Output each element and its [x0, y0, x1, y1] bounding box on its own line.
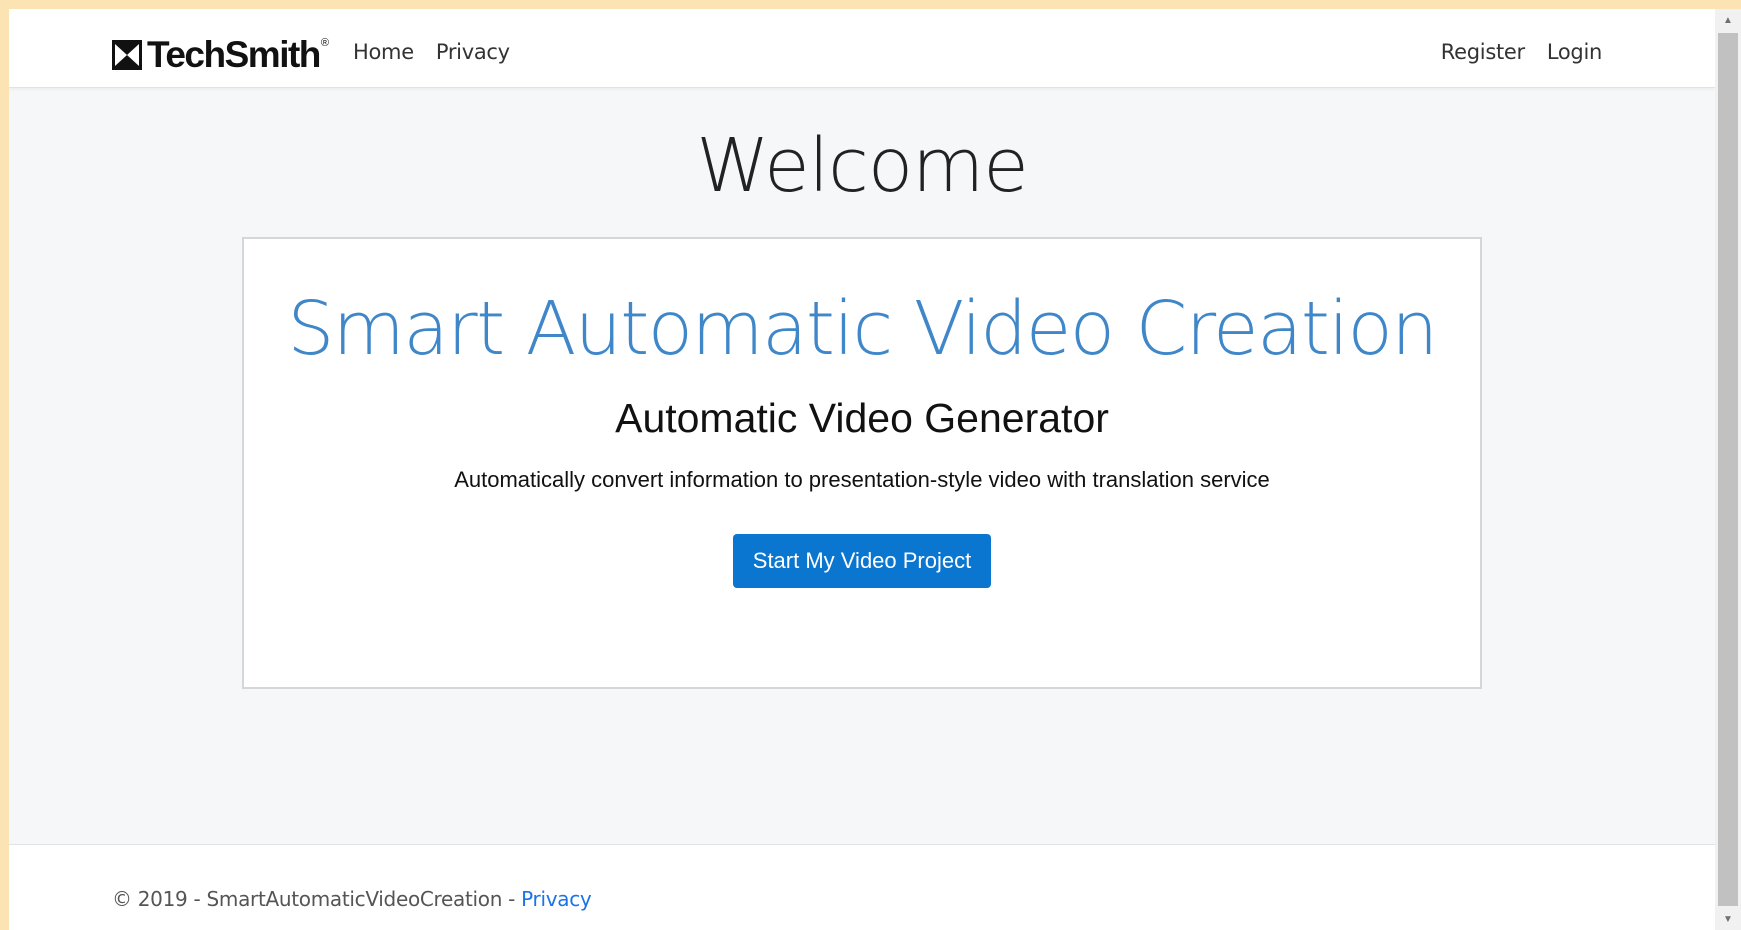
primary-nav: Home Privacy [353, 40, 510, 64]
browser-viewport: TechSmith® Home Privacy Register Login W… [9, 9, 1715, 930]
hero-description: Automatically convert information to pre… [454, 467, 1270, 493]
footer-copyright: © 2019 - SmartAutomaticVideoCreation - P… [112, 887, 592, 911]
footer-copyright-text: © 2019 - SmartAutomaticVideoCreation - [112, 887, 522, 911]
brand-logo[interactable]: TechSmith® [112, 34, 329, 75]
registered-mark: ® [320, 37, 329, 49]
nav-home-link[interactable]: Home [353, 40, 414, 64]
register-link[interactable]: Register [1441, 40, 1525, 64]
start-video-project-button[interactable]: Start My Video Project [733, 533, 991, 588]
scroll-up-arrow-icon[interactable]: ▲ [1715, 9, 1741, 31]
brand-name: TechSmith® [147, 34, 329, 75]
hero-title: Smart Automatic Video Creation [287, 286, 1438, 372]
footer-privacy-link[interactable]: Privacy [521, 887, 592, 911]
scroll-down-arrow-icon[interactable]: ▼ [1715, 908, 1741, 930]
techsmith-logo-icon [112, 40, 142, 70]
vertical-scrollbar[interactable]: ▲ ▼ [1715, 9, 1741, 930]
login-link[interactable]: Login [1547, 40, 1602, 64]
account-nav: Register Login [1441, 40, 1603, 64]
navbar: TechSmith® Home Privacy Register Login [9, 9, 1715, 88]
page-title: Welcome [696, 123, 1029, 209]
nav-privacy-link[interactable]: Privacy [436, 40, 510, 64]
hero-card: Smart Automatic Video Creation Automatic… [242, 237, 1482, 689]
hero-subtitle: Automatic Video Generator [615, 395, 1109, 442]
footer: © 2019 - SmartAutomaticVideoCreation - P… [9, 844, 1715, 930]
scrollbar-thumb[interactable] [1718, 33, 1738, 906]
